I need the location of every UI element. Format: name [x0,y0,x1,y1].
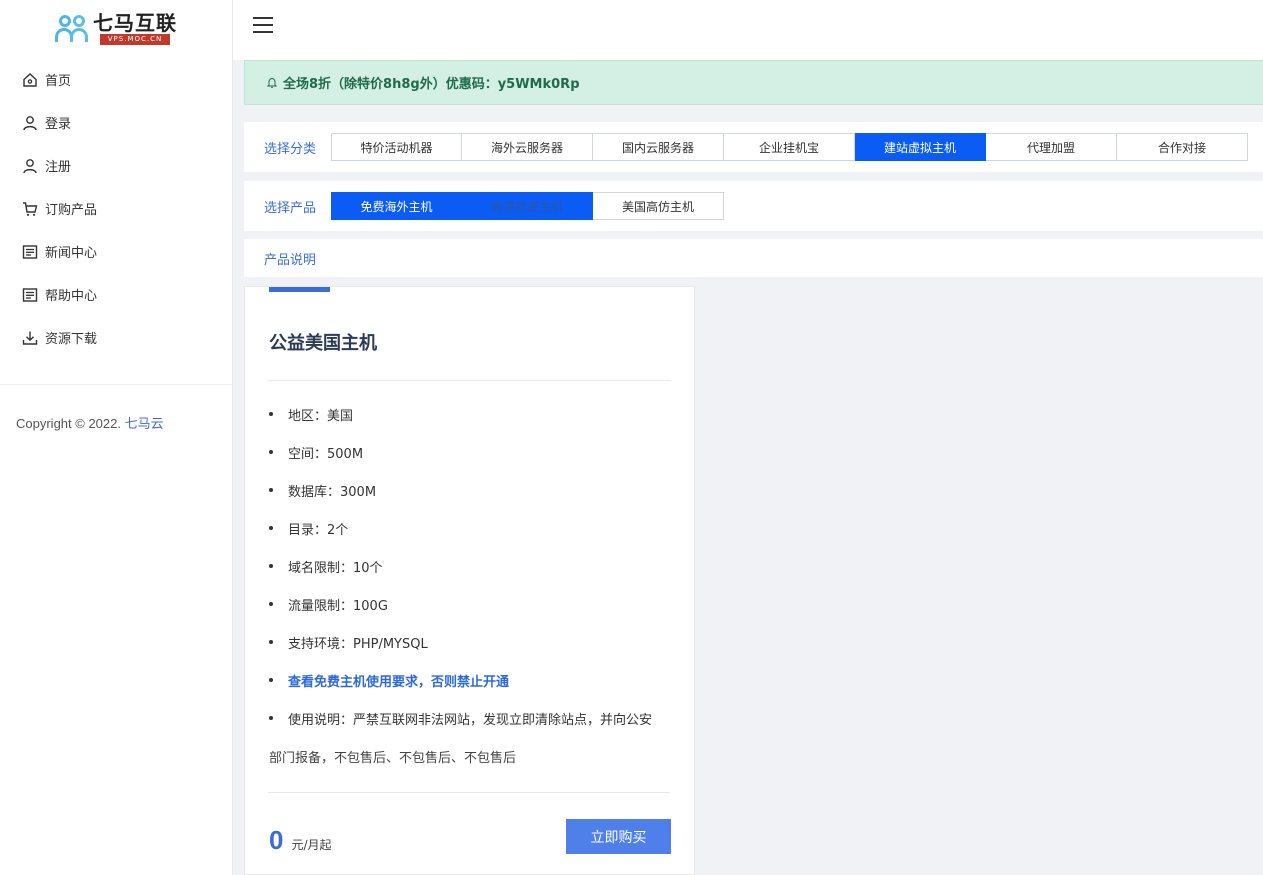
category-tab[interactable]: 合作对接 [1117,133,1248,161]
download-icon [22,331,38,345]
sidebar-item-login[interactable]: 登录 [0,101,232,144]
list-item: 使用说明：严禁互联网非法网站，发现立即清除站点，并向公安 [269,699,679,737]
bell-icon [267,77,277,88]
notice-banner: 全场8折（除特价8h8g外）优惠码：y5WMk0Rp [244,60,1263,105]
sidebar-item-label: 帮助中心 [45,289,98,304]
list-item: 地区：美国 [269,395,679,433]
user-icon [23,115,37,130]
people-logo-icon [55,13,91,43]
top-header [233,0,1263,60]
sidebar: 七马互联 VPS.MOC.CN 首页 登录 注册 订购产品 新闻中心 帮助中心 [0,0,233,875]
sidebar-item-label: 订购产品 [45,203,98,218]
category-tab[interactable]: 海外云服务器 [462,133,593,161]
sidebar-item-order[interactable]: 订购产品 [0,187,232,230]
price-unit: 元/月起 [291,838,332,852]
list-item: 目录：2个 [269,509,679,547]
sidebar-item-label: 首页 [45,74,72,89]
category-tab-active[interactable]: 建站虚拟主机 [855,133,986,161]
category-tabs: 特价活动机器 海外云服务器 国内云服务器 企业挂机宝 建站虚拟主机 代理加盟 合… [331,133,1248,161]
category-tab[interactable]: 企业挂机宝 [724,133,855,161]
feature-list: 地区：美国 空间：500M 数据库：300M 目录：2个 域名限制：10个 流量… [269,395,679,737]
notice-text: 全场8折（除特价8h8g外）优惠码：y5WMk0Rp [283,77,580,92]
hamburger-menu-icon[interactable] [253,17,273,33]
category-tab[interactable]: 特价活动机器 [331,133,462,161]
copyright-link[interactable]: 七马云 [125,416,164,431]
category-label: 选择分类 [264,141,317,157]
price-value: 0 [269,825,284,855]
product-tab-active[interactable]: 免费海外主机 [331,192,462,220]
buy-now-button[interactable]: 立即购买 [566,819,671,854]
home-icon [23,72,37,87]
product-label: 选择产品 [264,200,317,216]
list-item: 支持环境：PHP/MYSQL [269,623,679,661]
sidebar-item-label: 登录 [45,117,72,132]
product-tab[interactable]: 美国高仿主机 [593,192,724,220]
description-panel: 产品说明 [244,239,1263,277]
sidebar-item-label: 注册 [45,160,72,175]
description-label: 产品说明 [264,252,317,268]
logo-box: 七马互联 VPS.MOC.CN [55,12,177,45]
sidebar-item-label: 资源下载 [45,332,98,347]
document-icon [22,287,38,302]
category-tab[interactable]: 代理加盟 [986,133,1117,161]
user-icon [23,158,37,173]
card-divider [268,792,670,793]
usage-note-continued: 部门报备，不包售后、不包售后、不包售后 [269,751,517,766]
product-tabs: 免费海外主机 香港高速主机 美国高仿主机 [331,192,724,220]
sidebar-item-news[interactable]: 新闻中心 [0,230,232,273]
list-item: 流量限制：100G [269,585,679,623]
sidebar-item-label: 新闻中心 [45,246,98,261]
brand-sub: VPS.MOC.CN [99,33,171,45]
logo[interactable]: 七马互联 VPS.MOC.CN [0,0,232,56]
product-card: 公益美国主机 地区：美国 空间：500M 数据库：300M 目录：2个 域名限制… [244,286,695,875]
sidebar-nav: 首页 登录 注册 订购产品 新闻中心 帮助中心 资源下载 [0,58,232,385]
list-item: 空间：500M [269,433,679,471]
card-accent-bar [269,287,330,292]
sidebar-item-home[interactable]: 首页 [0,58,232,101]
sidebar-item-register[interactable]: 注册 [0,144,232,187]
list-item: 数据库：300M [269,471,679,509]
logo-text: 七马互联 VPS.MOC.CN [93,12,177,45]
brand-name: 七马互联 [93,10,177,35]
category-panel: 选择分类 特价活动机器 海外云服务器 国内云服务器 企业挂机宝 建站虚拟主机 代… [244,122,1263,172]
usage-requirements-link[interactable]: 查看免费主机使用要求，否则禁止开通 [269,661,679,699]
card-title: 公益美国主机 [269,333,377,354]
product-panel: 选择产品 免费海外主机 香港高速主机 美国高仿主机 [244,181,1263,231]
sidebar-item-help[interactable]: 帮助中心 [0,273,232,316]
price: 0 元/月起 [269,825,332,856]
sidebar-item-download[interactable]: 资源下载 [0,316,232,359]
category-tab[interactable]: 国内云服务器 [593,133,724,161]
document-icon [22,244,38,259]
copyright-text: Copyright © 2022. [16,416,121,431]
copyright: Copyright © 2022. 七马云 [0,385,232,432]
list-item: 域名限制：10个 [269,547,679,585]
card-divider [268,380,670,381]
cart-icon [23,201,38,216]
product-tab[interactable]: 香港高速主机 [462,192,593,220]
